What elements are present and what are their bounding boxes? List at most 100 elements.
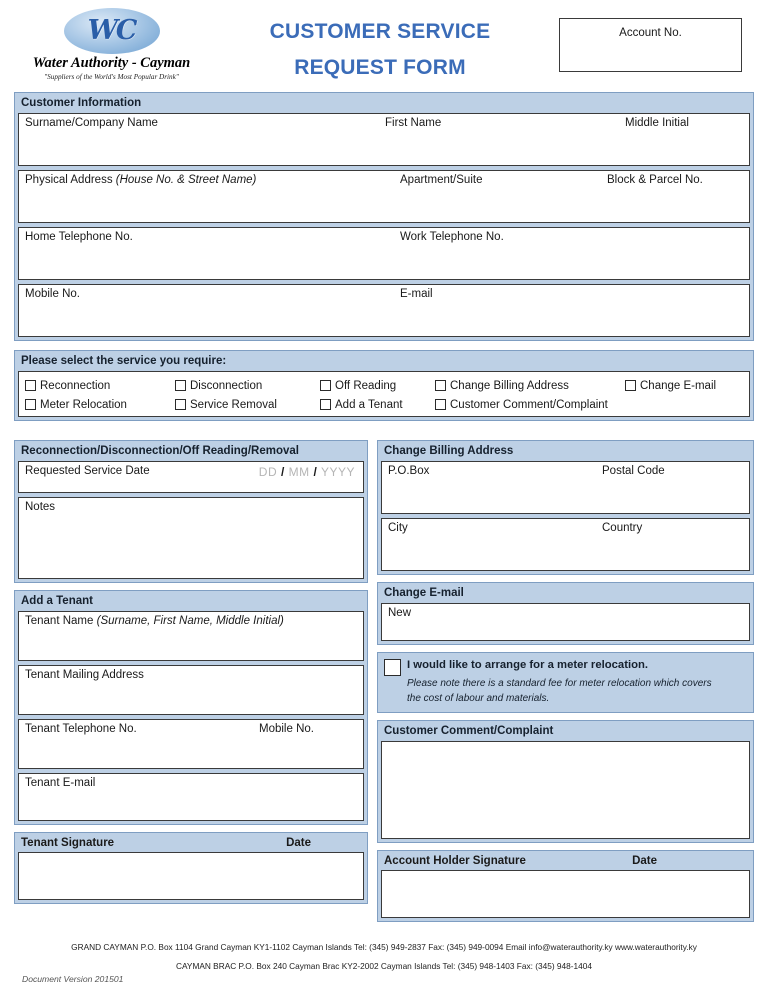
checkbox-disconnection[interactable]: Disconnection — [175, 380, 320, 392]
account-holder-signature-section: Account Holder Signature Date — [377, 850, 754, 922]
apartment-suite-label: Apartment/Suite — [400, 174, 483, 186]
change-email-title: Change E-mail — [384, 587, 464, 599]
checkbox-change-email[interactable]: Change E-mail — [625, 380, 716, 392]
checkbox-icon[interactable] — [25, 380, 36, 391]
checkbox-service-removal[interactable]: Service Removal — [175, 399, 320, 411]
tenant-name-label: Tenant Name (Surname, First Name, Middle… — [25, 615, 284, 627]
organization-logo: WC Water Authority - Cayman "Suppliers o… — [14, 8, 209, 81]
new-email-field[interactable]: New — [381, 603, 750, 641]
tenant-name-field[interactable]: Tenant Name (Surname, First Name, Middle… — [18, 611, 364, 661]
service-checkbox-row-1: Reconnection Disconnection Off Reading C… — [21, 376, 747, 395]
add-tenant-section: Add a Tenant Tenant Name (Surname, First… — [14, 590, 368, 825]
checkbox-change-billing-address[interactable]: Change Billing Address — [435, 380, 625, 392]
checkbox-icon[interactable] — [435, 380, 446, 391]
checkbox-icon[interactable] — [320, 380, 331, 391]
account-holder-signature-date-label: Date — [632, 855, 657, 867]
postal-code-label: Postal Code — [602, 465, 665, 477]
account-number-label: Account No. — [619, 27, 682, 39]
tenant-email-field[interactable]: Tenant E-mail — [18, 773, 364, 821]
surname-company-name-row[interactable]: Surname/Company Name First Name Middle I… — [18, 113, 750, 166]
customer-comment-title: Customer Comment/Complaint — [384, 725, 554, 737]
checkbox-label: Service Removal — [190, 398, 277, 411]
physical-address-label: Physical Address (House No. & Street Nam… — [25, 174, 256, 186]
service-selection-section: Please select the service you require: R… — [14, 350, 754, 421]
meter-relocation-label: I would like to arrange for a meter relo… — [407, 659, 649, 671]
tenant-mailing-address-field[interactable]: Tenant Mailing Address — [18, 665, 364, 715]
tenant-email-label: Tenant E-mail — [25, 777, 96, 789]
tenant-mobile-label: Mobile No. — [259, 723, 314, 735]
form-footer: GRAND CAYMAN P.O. Box 1104 Grand Cayman … — [0, 938, 768, 976]
tenant-signature-field[interactable] — [18, 852, 364, 900]
home-telephone-label: Home Telephone No. — [25, 231, 133, 243]
city-country-row[interactable]: City Country — [381, 518, 750, 571]
service-checkbox-row-2: Meter Relocation Service Removal Add a T… — [21, 395, 747, 414]
checkbox-icon[interactable] — [435, 399, 446, 410]
tenant-name-label-text: Tenant Name — [25, 615, 97, 627]
checkbox-customer-comment-complaint[interactable]: Customer Comment/Complaint — [435, 399, 608, 411]
new-email-label: New — [388, 607, 412, 619]
checkbox-label: Change Billing Address — [450, 379, 569, 392]
block-parcel-label: Block & Parcel No. — [607, 174, 703, 186]
customer-comment-field[interactable] — [381, 741, 750, 839]
checkbox-icon[interactable] — [175, 380, 186, 391]
logo-monogram: WC — [87, 14, 138, 46]
mobile-email-row[interactable]: Mobile No. E-mail — [18, 284, 750, 337]
date-sep-1: / — [280, 465, 285, 479]
account-holder-signature-label: Account Holder Signature — [384, 855, 526, 867]
meter-relocation-section: I would like to arrange for a meter relo… — [377, 652, 754, 713]
service-checkbox-group: Reconnection Disconnection Off Reading C… — [18, 371, 750, 417]
checkbox-label: Add a Tenant — [335, 398, 403, 411]
organization-name: Water Authority - Cayman — [32, 55, 191, 71]
meter-relocation-note-line-2: the cost of labour and materials. — [407, 692, 550, 704]
account-holder-signature-header: Account Holder Signature Date — [381, 854, 750, 870]
physical-address-label-hint: (House No. & Street Name) — [115, 174, 257, 186]
checkbox-label: Disconnection — [190, 379, 263, 392]
water-drop-oval-icon: WC — [63, 8, 160, 54]
tenant-signature-date-label: Date — [286, 837, 311, 849]
notes-field[interactable]: Notes — [18, 497, 364, 579]
add-tenant-title: Add a Tenant — [21, 595, 93, 607]
requested-service-date-field[interactable]: Requested Service Date DD / MM / YYYY — [18, 461, 364, 493]
account-holder-signature-field[interactable] — [381, 870, 750, 918]
customer-comment-section: Customer Comment/Complaint — [377, 720, 754, 843]
checkbox-off-reading[interactable]: Off Reading — [320, 380, 435, 392]
right-column: Change Billing Address P.O.Box Postal Co… — [377, 440, 754, 929]
date-placeholder: DD / MM / YYYY — [259, 465, 355, 479]
checkbox-meter-relocation[interactable]: Meter Relocation — [25, 399, 175, 411]
telephone-row[interactable]: Home Telephone No. Work Telephone No. — [18, 227, 750, 280]
requested-service-date-label: Requested Service Date — [25, 465, 150, 477]
pobox-postal-row[interactable]: P.O.Box Postal Code — [381, 461, 750, 514]
checkbox-reconnection[interactable]: Reconnection — [25, 380, 175, 392]
first-name-label: First Name — [385, 117, 442, 129]
email-label: E-mail — [400, 288, 433, 300]
tenant-signature-header: Tenant Signature Date — [18, 836, 364, 852]
physical-address-row[interactable]: Physical Address (House No. & Street Nam… — [18, 170, 750, 223]
meter-relocation-checkbox-icon[interactable] — [384, 659, 401, 676]
country-label: Country — [602, 522, 643, 534]
page-title-line1: CUSTOMER SERVICE — [269, 20, 491, 43]
notes-label: Notes — [25, 501, 56, 513]
form-header: WC Water Authority - Cayman "Suppliers o… — [0, 0, 768, 92]
date-sep-2: / — [313, 465, 318, 479]
meter-relocation-note-line-1: Please note there is a standard fee for … — [407, 678, 712, 689]
change-billing-address-title: Change Billing Address — [384, 445, 514, 457]
document-version: Document Version 201501 — [22, 974, 124, 984]
date-mm: MM — [288, 465, 310, 479]
checkbox-icon[interactable] — [625, 380, 636, 391]
checkbox-add-a-tenant[interactable]: Add a Tenant — [320, 399, 435, 411]
work-telephone-label: Work Telephone No. — [400, 231, 504, 243]
tenant-telephone-field[interactable]: Tenant Telephone No. Mobile No. — [18, 719, 364, 769]
meter-relocation-checkbox-row[interactable]: I would like to arrange for a meter relo… — [384, 658, 747, 676]
checkbox-icon[interactable] — [25, 399, 36, 410]
tenant-signature-section: Tenant Signature Date — [14, 832, 368, 904]
customer-information-section: Customer Information Surname/Company Nam… — [14, 92, 754, 341]
checkbox-icon[interactable] — [175, 399, 186, 410]
account-number-field[interactable]: Account No. — [559, 18, 742, 72]
middle-initial-label: Middle Initial — [625, 117, 689, 129]
tenant-telephone-label: Tenant Telephone No. — [25, 723, 137, 735]
tenant-signature-label: Tenant Signature — [21, 837, 115, 849]
checkbox-icon[interactable] — [320, 399, 331, 410]
page-title-line2: REQUEST FORM — [294, 56, 466, 79]
reconnection-section: Reconnection/Disconnection/Off Reading/R… — [14, 440, 368, 583]
checkbox-label: Customer Comment/Complaint — [450, 398, 608, 411]
